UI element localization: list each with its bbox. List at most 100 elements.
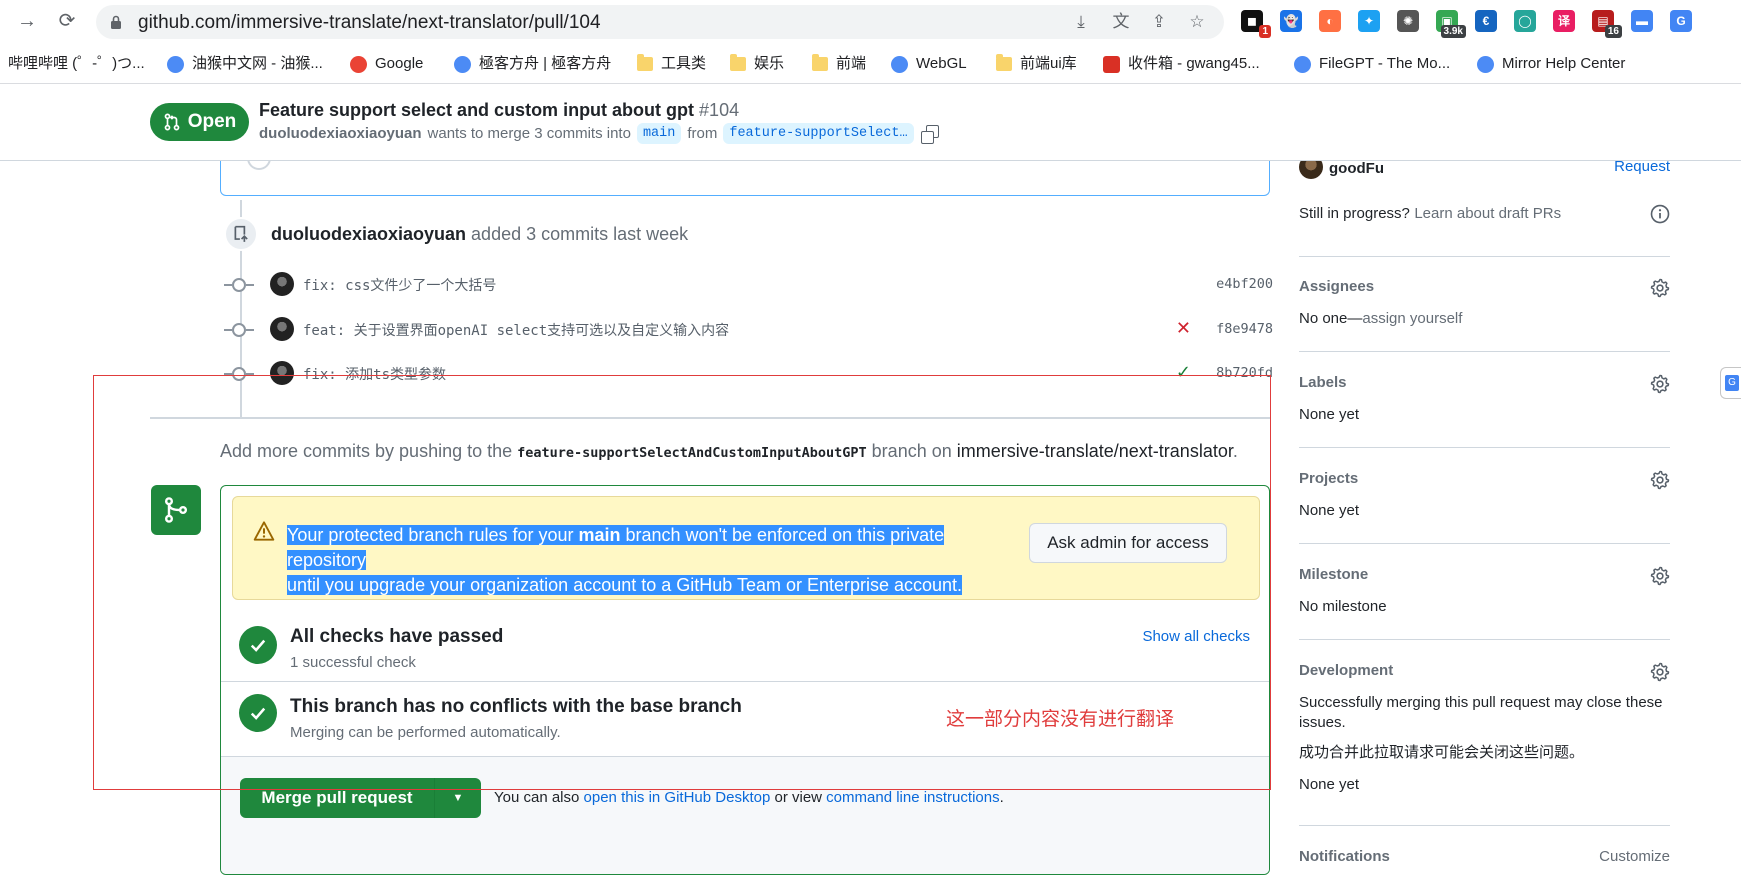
push-event: duoluodexiaoxiaoyuan added 3 commits las… [271, 224, 688, 245]
bookmark-item[interactable]: 油猴中文网 - 油猴... [167, 53, 323, 75]
folder-ext-icon[interactable]: ▬ [1631, 10, 1653, 32]
site-favicon-icon [454, 55, 471, 73]
bookmark-item[interactable]: 娱乐 [730, 53, 784, 75]
base-branch-tag[interactable]: main [636, 123, 682, 144]
ask-admin-button[interactable]: Ask admin for access [1029, 523, 1227, 563]
bookmark-star-icon[interactable]: ☆ [1187, 12, 1207, 32]
translate-page-icon[interactable]: 文 [1111, 12, 1131, 32]
commit-sha[interactable]: e4bf200 [1216, 276, 1273, 292]
avatar[interactable] [270, 361, 294, 385]
pr-state-badge: Open [150, 103, 249, 141]
counter-ext-icon[interactable]: ▣ 3.9k [1436, 10, 1466, 38]
merge-pull-request-button[interactable]: Merge pull request [240, 778, 434, 818]
repo-push-icon [224, 217, 258, 251]
notifications-title: Notifications [1299, 848, 1390, 865]
bookmark-item[interactable]: Google [350, 53, 423, 75]
check-circle-icon [239, 694, 277, 732]
openai-ext-icon[interactable]: ✺ [1397, 10, 1419, 32]
bookmark-item[interactable]: WebGL [891, 53, 967, 75]
x-icon[interactable]: ✕ [1176, 318, 1191, 339]
gear-icon[interactable] [1650, 278, 1670, 298]
chat-ext-icon[interactable]: ◯ [1514, 10, 1536, 32]
add-more-prefix: Add more commits by pushing to the [220, 441, 513, 461]
bookmark-label: Mirror Help Center [1502, 55, 1626, 72]
git-commit-icon [224, 367, 254, 381]
development-title[interactable]: Development [1299, 662, 1670, 679]
assignees-value: No one—assign yourself [1299, 310, 1463, 327]
gear-icon[interactable] [1650, 662, 1670, 682]
url-text[interactable]: github.com/immersive-translate/next-tran… [138, 12, 601, 34]
assignees-title[interactable]: Assignees [1299, 278, 1670, 295]
bookmark-item[interactable]: Mirror Help Center [1477, 53, 1625, 75]
show-all-checks-link[interactable]: Show all checks [1142, 628, 1250, 645]
tampermonkey-ext-icon[interactable]: ◼ 1 [1241, 10, 1271, 38]
customize-notifications-link[interactable]: Customize [1599, 848, 1670, 865]
commit-message[interactable]: feat: 关于设置界面openAI select支持可选以及自定义输入内容 [303, 320, 729, 340]
gear-icon[interactable] [1650, 566, 1670, 586]
bookmark-item[interactable]: FileGPT - The Mo... [1294, 53, 1450, 75]
merge-footer: Merge pull request ▼ You can also open t… [221, 756, 1269, 874]
flame-ext-icon[interactable]: ◐ [1319, 10, 1341, 32]
milestone-title[interactable]: Milestone [1299, 566, 1670, 583]
ghost-ext-icon[interactable]: 👻 [1280, 10, 1302, 32]
gtranslate-ext-icon[interactable]: G [1670, 10, 1692, 32]
bookmark-item[interactable]: 收件箱 - gwang45... [1103, 53, 1260, 75]
sidebar-divider [1299, 639, 1670, 640]
bookmark-item[interactable]: 哔哩哔哩 (゜-゜)つ... [8, 53, 145, 75]
sidebar-labels: Labels None yet [1299, 374, 1670, 425]
commit-sha[interactable]: f8e9478 [1216, 321, 1273, 337]
push-author[interactable]: duoluodexiaoxiaoyuan [271, 224, 466, 244]
avatar[interactable] [270, 272, 294, 296]
bird-ext-icon[interactable]: ✦ [1358, 10, 1380, 32]
avatar[interactable] [270, 317, 294, 341]
pr-subtitle: duoluodexiaoxiaoyuan wants to merge 3 co… [259, 123, 939, 144]
merge-method-dropdown[interactable]: ▼ [434, 778, 481, 818]
bookmark-item[interactable]: 前端ui库 [996, 53, 1077, 75]
gmail-favicon-icon [1103, 55, 1120, 73]
projects-title[interactable]: Projects [1299, 470, 1670, 487]
translate-side-tab[interactable]: G [1720, 367, 1741, 399]
commit-message[interactable]: fix: 添加ts类型参数 [303, 364, 446, 384]
note-mid: or view [774, 789, 822, 806]
sidebar-notifications: Notifications Customize [1299, 848, 1670, 870]
assign-yourself-link[interactable]: assign yourself [1362, 310, 1462, 327]
github-desktop-link[interactable]: open this in GitHub Desktop [584, 789, 771, 806]
add-more-commits: Add more commits by pushing to the featu… [220, 441, 1238, 462]
info-icon[interactable] [1650, 204, 1670, 224]
bookmark-item[interactable]: 極客方舟 | 極客方舟 [454, 53, 611, 75]
euro-ext-icon[interactable]: € [1475, 10, 1497, 32]
draft-link[interactable]: Learn about draft PRs [1414, 205, 1561, 222]
share-icon[interactable]: ⇪ [1149, 12, 1169, 32]
bookmark-item[interactable]: 前端 [812, 53, 866, 75]
gear-icon[interactable] [1650, 374, 1670, 394]
extension-badge: 16 [1604, 25, 1622, 38]
forward-arrow-icon[interactable]: → [15, 9, 39, 33]
add-more-branch[interactable]: feature-supportSelectAndCustomInputAbout… [517, 445, 867, 461]
commit-sha[interactable]: 8b720fd [1216, 365, 1273, 381]
reader-ext-icon[interactable]: ▤ 16 [1592, 10, 1622, 38]
commit-row: fix: 添加ts类型参数 ✓ 8b720fd [224, 359, 1273, 389]
commit-message[interactable]: fix: css文件少了一个大括号 [303, 275, 496, 295]
download-icon[interactable]: ⤓ [1071, 12, 1091, 32]
pr-author-link[interactable]: duoluodexiaoxiaoyuan [259, 125, 422, 142]
git-commit-icon [224, 323, 254, 337]
warning-branch: main [578, 525, 621, 545]
gear-icon[interactable] [1650, 470, 1670, 490]
copy-icon[interactable] [920, 124, 939, 144]
labels-title[interactable]: Labels [1299, 374, 1670, 391]
check-icon[interactable]: ✓ [1176, 362, 1191, 383]
add-more-repo[interactable]: immersive-translate/next-translator [957, 441, 1233, 461]
bookmark-label: 娱乐 [754, 55, 785, 72]
alert-icon [253, 521, 275, 541]
command-line-link[interactable]: command line instructions [826, 789, 999, 806]
sidebar-divider [1299, 256, 1670, 257]
reviewer-name[interactable]: goodFu [1329, 160, 1384, 177]
site-favicon-icon [1477, 55, 1494, 73]
address-bar[interactable]: github.com/immersive-translate/next-tran… [96, 5, 1224, 39]
bookmark-item[interactable]: 工具类 [637, 53, 706, 75]
extension-badge: 3.9k [1440, 25, 1466, 38]
head-branch-tag[interactable]: feature-supportSelect… [723, 123, 914, 144]
reload-icon[interactable]: ⟳ [55, 9, 79, 33]
translate-ext-icon[interactable]: 译 [1553, 10, 1575, 32]
merge-alternatives: You can also open this in GitHub Desktop… [494, 789, 1004, 806]
